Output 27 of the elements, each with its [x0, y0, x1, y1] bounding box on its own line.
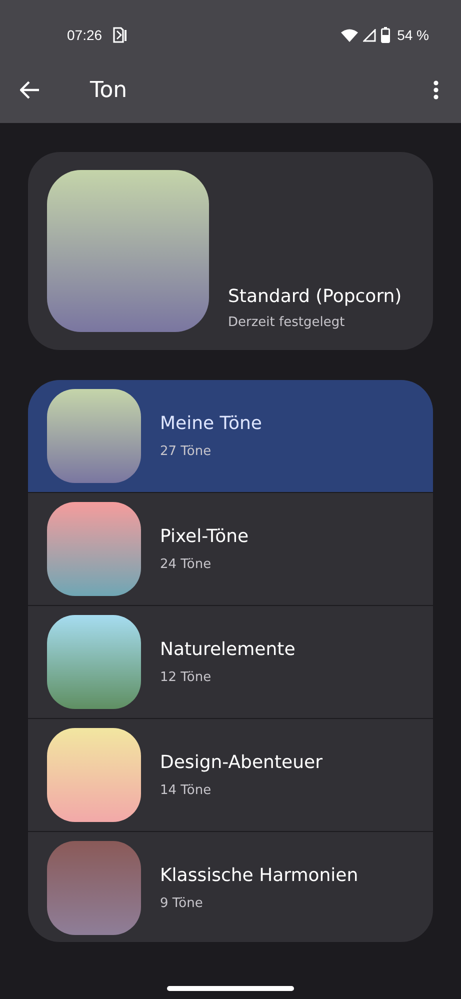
sim-icon: [113, 27, 128, 43]
more-vert-icon: [433, 80, 439, 100]
category-name: Meine Töne: [160, 413, 262, 434]
screen-title: Ton: [90, 78, 128, 102]
category-item[interactable]: Naturelemente 12 Töne: [28, 606, 433, 719]
category-item[interactable]: Klassische Harmonien 9 Töne: [28, 832, 433, 942]
current-sound-card[interactable]: Standard (Popcorn) Derzeit festgelegt: [28, 152, 433, 350]
current-sound-status: Derzeit festgelegt: [228, 315, 346, 330]
category-count: 24 Töne: [160, 557, 212, 572]
category-name: Pixel-Töne: [160, 526, 249, 547]
category-name: Naturelemente: [160, 639, 296, 660]
category-item[interactable]: Pixel-Töne 24 Töne: [28, 493, 433, 606]
battery-icon: [381, 27, 390, 43]
category-count: 12 Töne: [160, 670, 212, 685]
category-count: 14 Töne: [160, 783, 212, 798]
category-name: Design-Abenteuer: [160, 752, 322, 773]
status-time: 07:26: [67, 27, 102, 43]
wifi-icon: [341, 28, 358, 42]
signal-icon: [363, 28, 376, 42]
category-name: Klassische Harmonien: [160, 865, 358, 886]
current-sound-name: Standard (Popcorn): [228, 286, 402, 307]
back-arrow-icon: [20, 81, 40, 99]
category-item[interactable]: Design-Abenteuer 14 Töne: [28, 719, 433, 832]
battery-percent: 54 %: [397, 27, 429, 43]
category-item[interactable]: Meine Töne 27 Töne: [28, 380, 433, 493]
category-count: 27 Töne: [160, 444, 212, 459]
category-count: 9 Töne: [160, 896, 204, 911]
